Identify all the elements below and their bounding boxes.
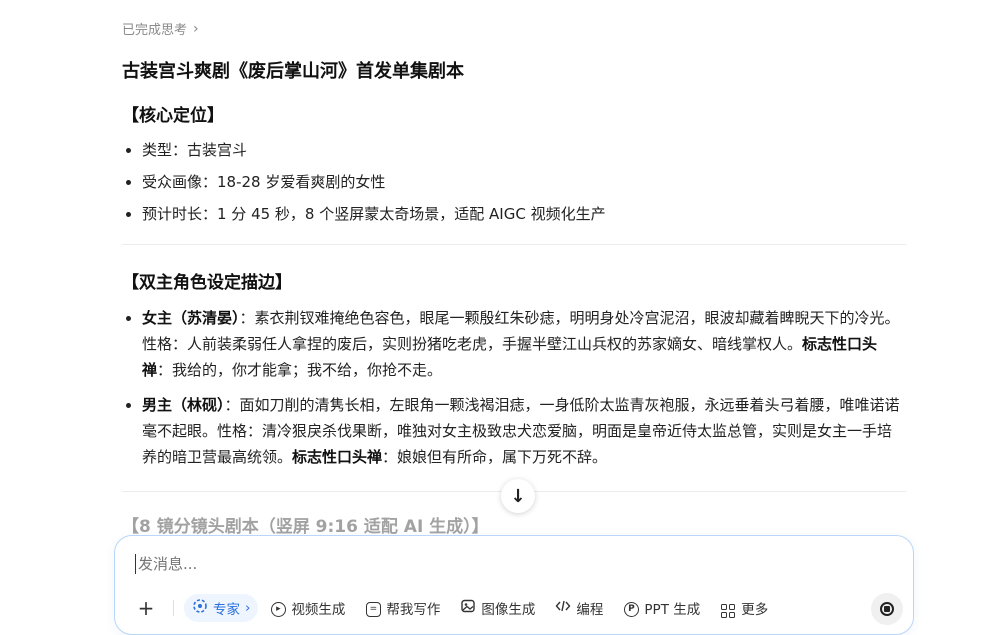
scroll-down-button[interactable]: ↓: [501, 479, 535, 513]
image-label: 图像生成: [481, 602, 536, 618]
grid-icon: [720, 598, 736, 618]
female-lead-desc: ：素衣荆钗难掩绝色容色，眼尾一颗殷红朱砂痣，明明身处冷宫泥沼，眼波却藏着睥睨天下…: [142, 309, 900, 353]
male-catchphrase: ：娘娘但有所命，属下万死不辞。: [382, 448, 608, 466]
message-input[interactable]: [135, 554, 840, 574]
writing-icon: =: [365, 599, 381, 617]
writing-button[interactable]: = 帮我写作: [357, 594, 448, 622]
expert-label: 专家: [213, 602, 240, 618]
expert-mode-button[interactable]: 专家 ›: [184, 594, 259, 622]
list-item-male-lead: 男主（林砚）：面如刀削的清隽长相，左眼角一颗浅褐泪痣，一身低阶太监青灰袍服，永远…: [122, 392, 902, 470]
video-generation-button[interactable]: ▸ 视频生成: [262, 594, 353, 622]
list-item: 类型：古装宫斗: [122, 137, 902, 163]
composer-toolbar: + 专家 › ▸ 视频生成 = 帮我写作 图像生成 编程 P PPT 生成 更多: [133, 594, 780, 622]
female-catchphrase: ：我给的，你才能拿；我不给，你抢不走。: [157, 361, 443, 379]
divider: [173, 600, 174, 616]
ppt-label: PPT 生成: [644, 602, 701, 618]
list-item-female-lead: 女主（苏清晏）：素衣荆钗难掩绝色容色，眼尾一颗殷红朱砂痣，明明身处冷宫泥沼，眼波…: [122, 305, 902, 383]
expert-icon: [192, 598, 208, 618]
code-button[interactable]: 编程: [547, 594, 611, 622]
male-lead-name: 男主（林砚）: [142, 396, 225, 414]
play-icon: ▸: [270, 599, 286, 617]
stop-button[interactable]: [871, 593, 903, 625]
female-lead-name: 女主（苏清晏）: [142, 309, 240, 327]
storyboard-heading: 【8 镜分镜头剧本（竖屏 9:16 适配 AI 生成）】: [122, 517, 489, 537]
code-icon: [555, 599, 571, 617]
video-label: 视频生成: [291, 602, 346, 618]
more-button[interactable]: 更多: [712, 594, 776, 622]
list-item: 受众画像：18-28 岁爱看爽剧的女性: [122, 169, 902, 195]
thinking-toggle[interactable]: 已完成思考 ›: [122, 19, 199, 39]
chevron-right-icon: ›: [193, 20, 199, 37]
list-item: 预计时长：1 分 45 秒，8 个竖屏蒙太奇场景，适配 AIGC 视频化生产: [122, 201, 902, 227]
more-label: 更多: [741, 602, 769, 618]
plus-icon[interactable]: +: [133, 596, 159, 620]
chevron-right-icon: ›: [245, 600, 251, 616]
male-catchphrase-label: 标志性口头禅: [292, 448, 383, 466]
writing-label: 帮我写作: [386, 602, 441, 618]
message-composer: + 专家 › ▸ 视频生成 = 帮我写作 图像生成 编程: [114, 535, 914, 635]
ppt-generation-button[interactable]: P PPT 生成: [615, 594, 708, 622]
arrow-down-icon: ↓: [510, 485, 526, 507]
ppt-icon: P: [623, 599, 639, 617]
code-label: 编程: [576, 602, 604, 618]
core-list: 类型：古装宫斗 受众画像：18-28 岁爱看爽剧的女性 预计时长：1 分 45 …: [122, 137, 902, 233]
thinking-label: 已完成思考: [122, 23, 188, 38]
roles-heading: 【双主角色设定描边】: [122, 273, 292, 293]
divider: [122, 244, 906, 245]
page-title: 古装宫斗爽剧《废后掌山河》首发单集剧本: [122, 61, 464, 82]
image-generation-button[interactable]: 图像生成: [452, 594, 543, 622]
core-heading: 【核心定位】: [122, 106, 224, 126]
image-icon: [460, 599, 476, 617]
roles-list: 女主（苏清晏）：素衣荆钗难掩绝色容色，眼尾一颗殷红朱砂痣，明明身处冷宫泥沼，眼波…: [122, 305, 902, 479]
stop-icon: [880, 602, 894, 616]
